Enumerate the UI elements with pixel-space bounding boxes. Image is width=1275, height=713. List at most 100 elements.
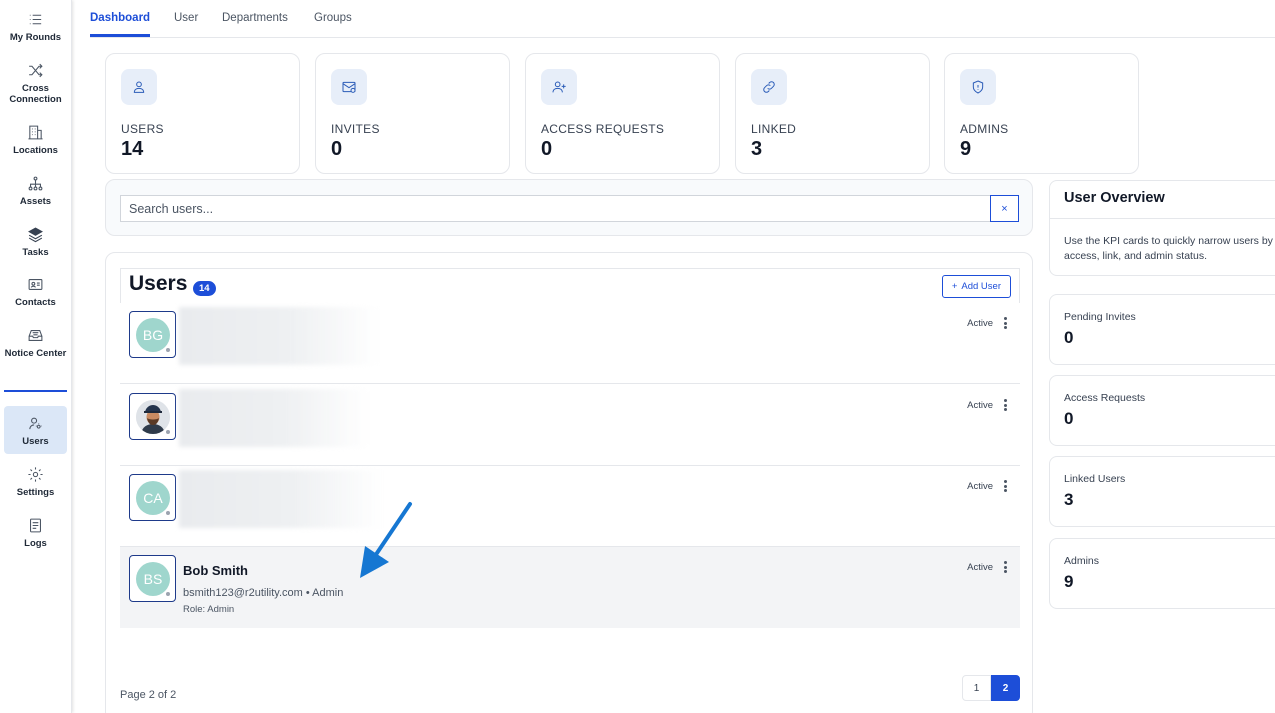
overview-divider [1050, 218, 1275, 219]
kpi-card-users[interactable]: USERS 14 [105, 53, 300, 174]
sidebar-item-label: Logs [24, 538, 47, 549]
sidebar-item-notice-center[interactable]: Notice Center [0, 326, 71, 359]
users-count-badge: 14 [193, 281, 216, 296]
redacted-user-info [179, 389, 369, 447]
sidebar-item-label: Locations [13, 145, 58, 156]
kpi-value: 3 [751, 138, 763, 160]
redacted-user-info [179, 470, 384, 528]
user-email: bsmith123@r2utility.com • Admin [183, 587, 344, 599]
more-options-icon[interactable] [1000, 315, 1010, 331]
status-badge: Active [967, 481, 993, 492]
stat-label: Access Requests [1064, 392, 1146, 404]
table-row[interactable]: CA Active [120, 466, 1020, 547]
status-badge: Active [967, 562, 993, 573]
stat-value: 9 [1064, 572, 1074, 591]
more-options-icon[interactable] [1000, 478, 1010, 494]
users-card: Users 14 + Add User BG Active Active CA … [105, 252, 1033, 713]
user-icon [121, 69, 157, 105]
link-icon [751, 69, 787, 105]
stat-label: Admins [1064, 555, 1100, 567]
kpi-label: INVITES [331, 122, 380, 136]
kpi-value: 0 [331, 138, 343, 160]
table-row[interactable]: Active [120, 385, 1020, 466]
kpi-card-invites[interactable]: INVITES 0 [315, 53, 510, 174]
kpi-card-admins[interactable]: ADMINS 9 [944, 53, 1139, 174]
page-info: Page 2 of 2 [120, 689, 177, 701]
sidebar-item-cross-connection[interactable]: Cross Connection [0, 61, 71, 105]
tab-departments[interactable]: Departments [222, 12, 288, 36]
sidebar-item-label: Tasks [22, 247, 49, 258]
sidebar-item-locations[interactable]: Locations [0, 123, 71, 156]
add-user-label: Add User [961, 281, 1001, 292]
sidebar-item-label: Users [22, 436, 49, 447]
overview-title: User Overview [1064, 190, 1165, 206]
app-root: My Rounds Cross Connection Locations Ass… [0, 0, 1275, 713]
sidebar-item-users[interactable]: Users [4, 406, 67, 454]
status-badge: Active [967, 400, 993, 411]
user-gear-icon [27, 414, 45, 432]
more-options-icon[interactable] [1000, 559, 1010, 575]
kpi-value: 9 [960, 138, 972, 160]
kpi-label: ACCESS REQUESTS [541, 122, 665, 136]
tab-groups[interactable]: Groups [314, 12, 352, 36]
page-button-2[interactable]: 2 [991, 675, 1020, 701]
user-overview-card: User Overview Use the KPI cards to quick… [1049, 180, 1275, 276]
status-dot [165, 347, 171, 353]
table-row[interactable]: BS Bob Smith bsmith123@r2utility.com • A… [120, 547, 1020, 628]
shuffle-icon [27, 61, 45, 79]
sidebar: My Rounds Cross Connection Locations Ass… [0, 0, 72, 713]
kpi-label: USERS [121, 122, 164, 136]
sidebar-divider [4, 390, 67, 392]
plus-icon: + [951, 281, 958, 292]
sidebar-item-logs[interactable]: Logs [0, 516, 71, 549]
user-plus-icon [541, 69, 577, 105]
stat-value: 0 [1064, 409, 1074, 428]
overview-description: Use the KPI cards to quickly narrow user… [1064, 235, 1273, 262]
list-icon [27, 10, 45, 28]
tab-user[interactable]: User [174, 12, 198, 36]
stat-label: Linked Users [1064, 473, 1126, 485]
user-name: Bob Smith [183, 563, 248, 578]
layers-icon [27, 225, 45, 243]
search-input[interactable] [120, 195, 990, 222]
avatar: BS [129, 555, 176, 602]
mail-icon [331, 69, 367, 105]
clear-search-button[interactable]: × [990, 195, 1019, 222]
sidebar-item-my-rounds[interactable]: My Rounds [0, 10, 71, 43]
tab-dashboard[interactable]: Dashboard [90, 12, 151, 37]
sidebar-item-label: Assets [19, 196, 52, 207]
stat-value: 0 [1064, 328, 1074, 347]
sidebar-item-contacts[interactable]: Contacts [0, 275, 71, 308]
stat-card-access-requests[interactable]: Access Requests 0 [1049, 375, 1275, 446]
stat-card-admins[interactable]: Admins 9 [1049, 538, 1275, 609]
kpi-card-linked[interactable]: LINKED 3 [735, 53, 930, 174]
sidebar-item-label: Notice Center [4, 348, 67, 359]
status-dot [165, 429, 171, 435]
kpi-label: ADMINS [960, 122, 1009, 136]
hierarchy-icon [27, 174, 45, 192]
user-role: Role: Admin [183, 604, 235, 615]
building-icon [27, 123, 45, 141]
inbox-icon [27, 326, 45, 344]
status-badge: Active [967, 318, 993, 329]
kpi-card-access-requests[interactable]: ACCESS REQUESTS 0 [525, 53, 720, 174]
sidebar-item-label: Cross Connection [9, 83, 62, 105]
add-user-button[interactable]: + Add User [941, 275, 1011, 298]
sidebar-item-settings[interactable]: Settings [0, 465, 71, 498]
kpi-value: 14 [121, 138, 144, 160]
stat-value: 3 [1064, 490, 1074, 509]
users-title: Users [129, 272, 188, 295]
more-options-icon[interactable] [1000, 397, 1010, 413]
sidebar-item-assets[interactable]: Assets [0, 174, 71, 207]
page-button-1[interactable]: 1 [962, 675, 991, 701]
sidebar-item-tasks[interactable]: Tasks [0, 225, 71, 258]
pagination: 1 2 [962, 675, 1020, 701]
stat-card-linked-users[interactable]: Linked Users 3 [1049, 456, 1275, 527]
gear-icon [27, 465, 45, 483]
stat-card-pending-invites[interactable]: Pending Invites 0 [1049, 294, 1275, 365]
redacted-user-info [179, 307, 379, 365]
kpi-value: 0 [541, 138, 553, 160]
search-card: × [105, 179, 1033, 236]
table-row[interactable]: BG Active [120, 303, 1020, 384]
sidebar-item-label: Contacts [15, 297, 56, 308]
